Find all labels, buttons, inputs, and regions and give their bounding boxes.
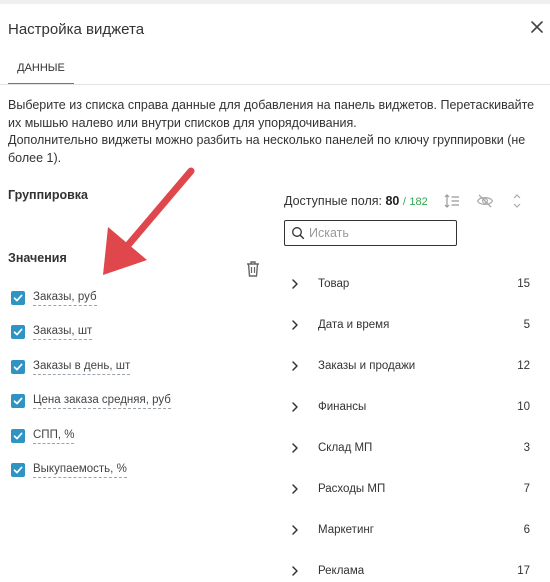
chevron-right-icon[interactable] [290, 278, 302, 290]
field-group-name: Маркетинг [318, 524, 374, 536]
search-input[interactable] [305, 226, 449, 240]
value-label[interactable]: Выкупаемость, % [33, 462, 127, 478]
search-box[interactable] [284, 220, 457, 246]
field-group-row[interactable]: Маркетинг 6 [290, 520, 530, 540]
value-item[interactable]: Заказы, шт [11, 322, 93, 342]
field-group-name: Склад МП [318, 442, 373, 454]
field-group-name: Расходы МП [318, 483, 386, 495]
check-icon [13, 466, 23, 474]
check-icon [13, 363, 23, 371]
available-fields-summary: Доступные поля: 80 / 182 [284, 194, 428, 208]
field-group-name: Товар [318, 278, 350, 290]
field-group-name: Реклама [318, 565, 365, 577]
available-fields-count: 80 [385, 194, 400, 208]
field-group-name: Финансы [318, 401, 367, 413]
value-item[interactable]: Заказы в день, шт [11, 357, 131, 377]
chevron-right-icon[interactable] [290, 524, 302, 536]
values-heading: Значения [8, 251, 67, 265]
field-group-count: 5 [523, 319, 530, 331]
value-checkbox[interactable] [11, 325, 25, 339]
field-group-count: 7 [523, 483, 530, 495]
trash-icon [247, 261, 259, 277]
check-icon [13, 294, 23, 302]
eye-off-icon [476, 194, 494, 208]
field-group-count: 15 [517, 278, 530, 290]
value-checkbox[interactable] [11, 360, 25, 374]
check-icon [13, 432, 23, 440]
chevron-right-icon[interactable] [290, 319, 302, 331]
field-group-count: 12 [517, 360, 530, 372]
annotation-arrow [103, 167, 195, 275]
chevron-right-icon[interactable] [290, 401, 302, 413]
field-group-count: 10 [517, 401, 530, 413]
close-icon [531, 21, 543, 33]
tab-divider [0, 84, 550, 85]
field-group-count: 6 [523, 524, 530, 536]
sort-icon [444, 194, 459, 208]
value-checkbox[interactable] [11, 394, 25, 408]
tab-data[interactable]: ДАННЫЕ [8, 55, 74, 85]
field-group-row[interactable]: Расходы МП 7 [290, 479, 530, 499]
chevron-right-icon[interactable] [290, 442, 302, 454]
description: Выберите из списка справа данные для доб… [8, 97, 548, 167]
check-icon [13, 397, 23, 405]
check-icon [13, 328, 23, 336]
field-group-row[interactable]: Реклама 17 [290, 561, 530, 581]
expand-collapse-icon [513, 194, 521, 208]
value-label[interactable]: Цена заказа средняя, руб [33, 393, 171, 409]
top-border [0, 0, 550, 4]
value-label[interactable]: СПП, % [33, 428, 75, 444]
value-checkbox[interactable] [11, 291, 25, 305]
value-label[interactable]: Заказы в день, шт [33, 359, 131, 375]
value-label[interactable]: Заказы, руб [33, 290, 97, 306]
field-group-row[interactable]: Товар 15 [290, 274, 530, 294]
value-checkbox[interactable] [11, 463, 25, 477]
chevron-right-icon[interactable] [290, 483, 302, 495]
description-line-2: Дополнительно виджеты можно разбить на н… [8, 133, 526, 165]
field-group-count: 17 [517, 565, 530, 577]
trash-button[interactable] [244, 259, 262, 279]
field-group-name: Дата и время [318, 319, 390, 331]
field-group-name: Заказы и продажи [318, 360, 416, 372]
field-group-row[interactable]: Финансы 10 [290, 397, 530, 417]
available-fields-label: Доступные поля: [284, 194, 382, 208]
available-fields-total: 182 [409, 196, 428, 208]
field-group-count: 3 [523, 442, 530, 454]
chevron-right-icon[interactable] [290, 565, 302, 577]
expand-collapse-button[interactable] [508, 192, 526, 210]
value-item[interactable]: Цена заказа средняя, руб [11, 391, 171, 411]
field-group-row[interactable]: Склад МП 3 [290, 438, 530, 458]
field-group-row[interactable]: Дата и время 5 [290, 315, 530, 335]
search-icon [292, 227, 305, 240]
description-line-1: Выберите из списка справа данные для доб… [8, 98, 535, 130]
available-fields-separator: / [402, 196, 406, 208]
grouping-heading: Группировка [8, 188, 88, 202]
field-group-row[interactable]: Заказы и продажи 12 [290, 356, 530, 376]
sort-button[interactable] [443, 192, 461, 210]
visibility-toggle-button[interactable] [476, 192, 494, 210]
value-item[interactable]: Выкупаемость, % [11, 460, 127, 480]
value-item[interactable]: Заказы, руб [11, 288, 97, 308]
dialog-title: Настройка виджета [8, 21, 145, 38]
value-checkbox[interactable] [11, 429, 25, 443]
chevron-right-icon[interactable] [290, 360, 302, 372]
value-label[interactable]: Заказы, шт [33, 324, 93, 340]
close-button[interactable] [526, 16, 548, 38]
value-item[interactable]: СПП, % [11, 426, 75, 446]
